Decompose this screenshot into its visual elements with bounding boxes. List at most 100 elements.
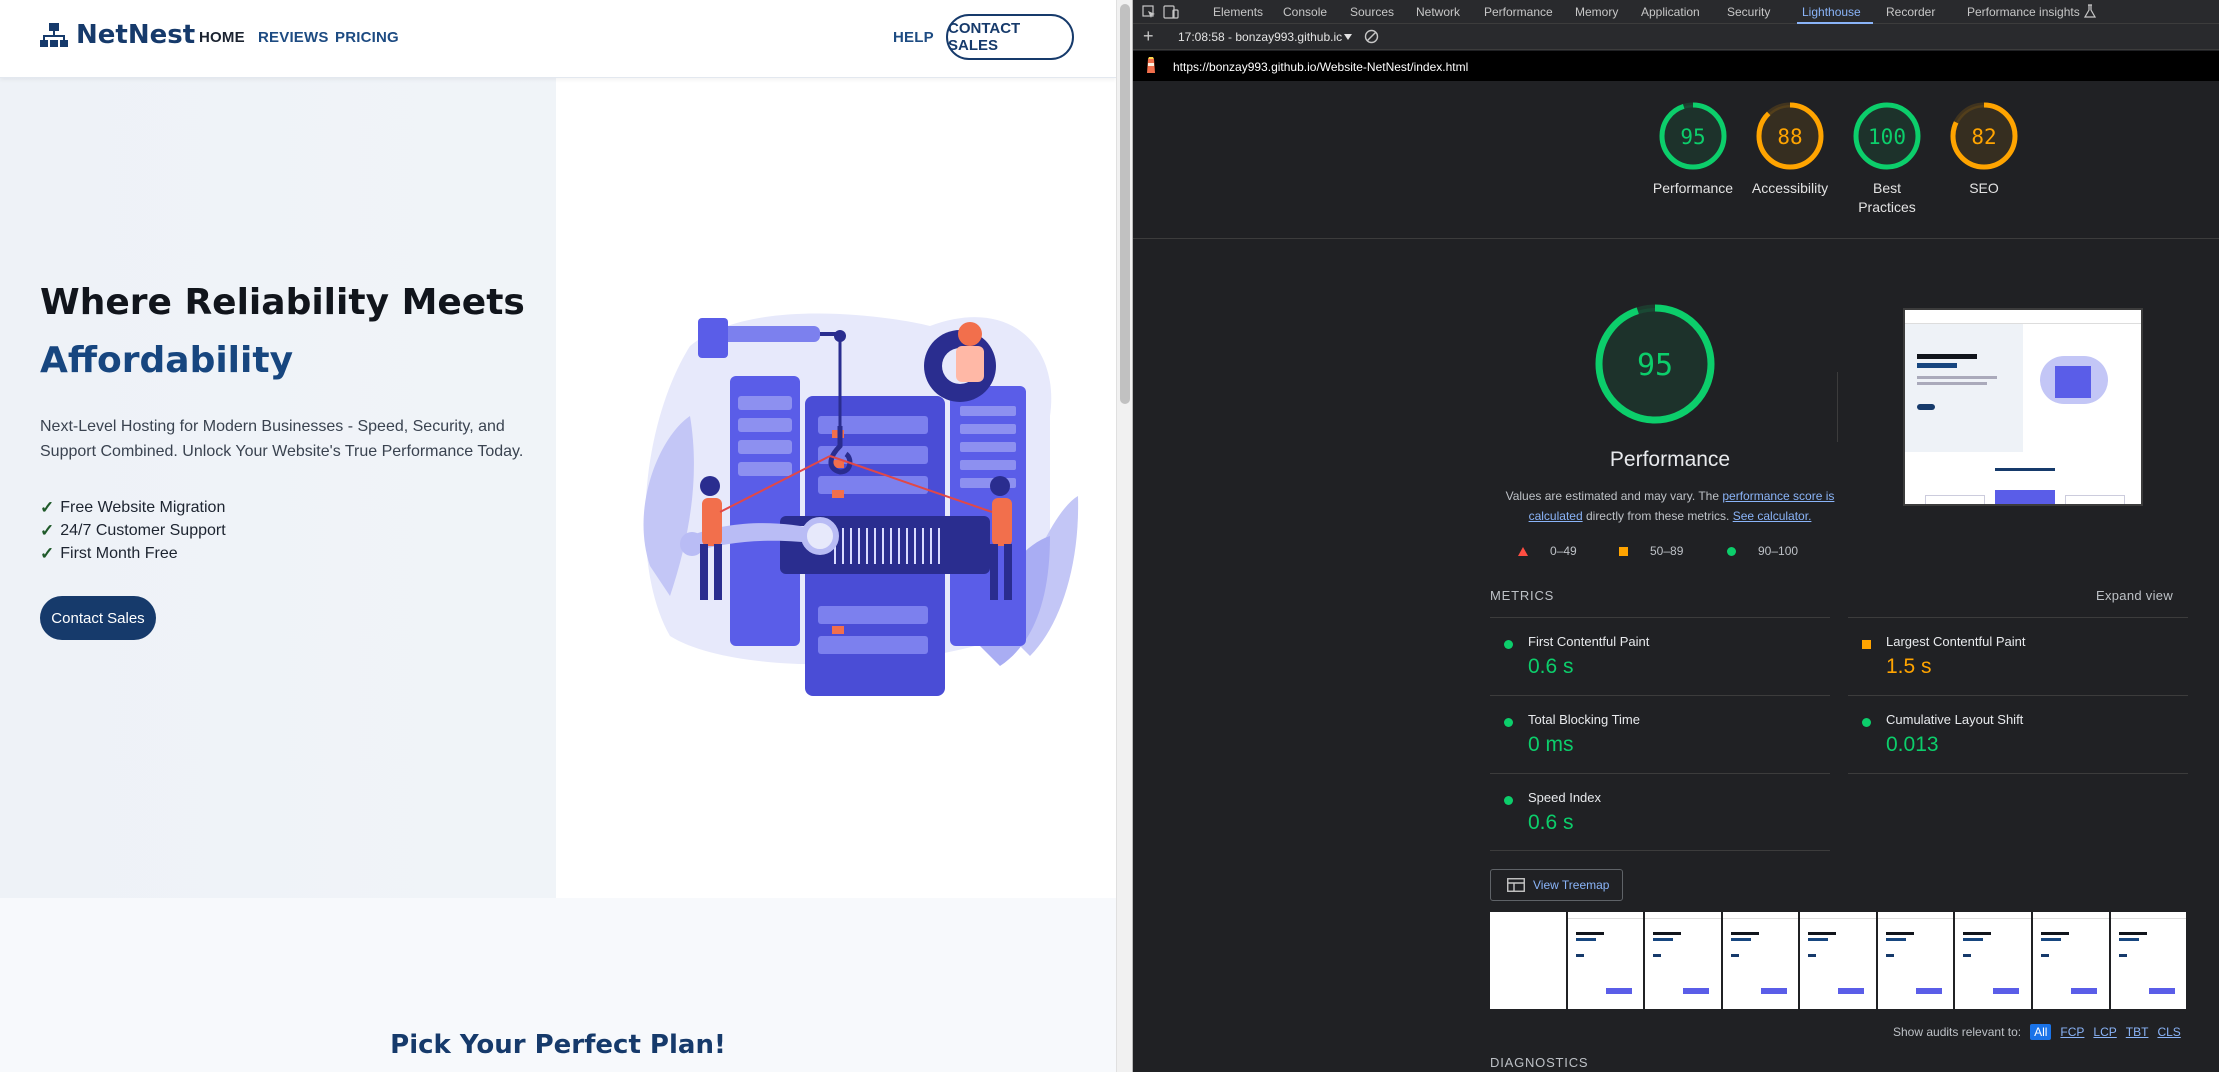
devtools-panel: Elements Console Sources Network Perform…	[1133, 0, 2219, 1072]
pass-indicator	[1504, 640, 1513, 649]
scrollbar-thumb[interactable]	[1120, 4, 1130, 404]
nav-help[interactable]: HELP	[893, 29, 934, 46]
metric-divider	[1848, 773, 2188, 774]
site-header: NetNest HOME REVIEWS PRICING HELP CONTAC…	[0, 0, 1116, 78]
gauge-seo: 82	[1950, 102, 2018, 170]
check-icon: ✓	[40, 544, 55, 563]
lighthouse-toolbar: + 17:08:58 - bonzay993.github.ic	[1133, 24, 2219, 50]
tab-performance[interactable]: Performance	[1484, 5, 1553, 19]
check-icon: ✓	[40, 521, 55, 540]
tab-network[interactable]: Network	[1416, 5, 1460, 19]
nav-pricing[interactable]: PRICING	[335, 29, 399, 46]
feature-item: ✓ Free Website Migration	[40, 496, 226, 519]
report-selector[interactable]: 17:08:58 - bonzay993.github.ic	[1178, 30, 1342, 44]
feature-label: Free Website Migration	[60, 499, 226, 516]
performance-score-large: 95	[1637, 348, 1673, 383]
legend-label: 90–100	[1758, 544, 1799, 558]
nav-home[interactable]: HOME	[199, 29, 245, 46]
gauge-seo-label[interactable]: SEO	[1944, 179, 2024, 198]
note-text: directly from these metrics.	[1582, 509, 1733, 523]
tab-sources[interactable]: Sources	[1350, 5, 1394, 19]
metric-name: Largest Contentful Paint	[1886, 634, 2026, 649]
summary-gauges: 95 88 100 82	[1659, 102, 2018, 170]
chevron-down-icon[interactable]	[1344, 34, 1352, 40]
pass-indicator	[1862, 718, 1871, 727]
inspect-element-icon[interactable]	[1141, 4, 1157, 20]
filmstrip-frame-blank[interactable]	[1490, 912, 1566, 1009]
metric-name: Speed Index	[1528, 790, 1602, 805]
view-treemap-label: View Treemap	[1533, 878, 1610, 892]
filmstrip-frame[interactable]	[1567, 912, 1644, 1009]
report-url[interactable]: https://bonzay993.github.io/Website-NetN…	[1173, 60, 1468, 74]
filter-all[interactable]: All	[2030, 1024, 2052, 1040]
tab-lighthouse[interactable]: Lighthouse	[1802, 5, 1861, 19]
metric-value: 0 ms	[1528, 733, 1574, 756]
gauge-accessibility-label[interactable]: Accessibility	[1735, 179, 1845, 198]
audit-filter-label: Show audits relevant to:	[1893, 1025, 2022, 1039]
metrics-heading: METRICS	[1490, 588, 1555, 603]
lighthouse-logo-icon	[1147, 57, 1155, 73]
filter-cls[interactable]: CLS	[2157, 1025, 2180, 1039]
tab-security[interactable]: Security	[1727, 5, 1770, 19]
metric-largest-contentful-paint[interactable]: Largest Contentful Paint 1.5 s	[1848, 617, 2188, 695]
view-treemap-button[interactable]: View Treemap	[1490, 869, 1623, 901]
filmstrip-frame[interactable]	[1645, 912, 1721, 1009]
filmstrip-frame[interactable]	[1722, 912, 1799, 1009]
gauge-performance: 95	[1659, 102, 1727, 170]
performance-title: Performance	[1609, 448, 1731, 471]
hero-contact-sales-button[interactable]: Contact Sales	[40, 596, 156, 640]
filter-fcp[interactable]: FCP	[2060, 1025, 2084, 1039]
metric-value: 0.6 s	[1528, 655, 1574, 678]
final-screenshot-thumbnail[interactable]	[1903, 308, 2143, 506]
filmstrip-frame[interactable]	[2032, 912, 2109, 1009]
filmstrip-frame[interactable]	[1955, 912, 2031, 1009]
performance-gauge-large: 95	[1595, 304, 1715, 424]
header-contact-sales-button[interactable]: CONTACT SALES	[946, 14, 1074, 60]
feature-item: ✓ 24/7 Customer Support	[40, 519, 226, 542]
filter-tbt[interactable]: TBT	[2126, 1025, 2149, 1039]
performance-note: Values are estimated and may vary. The p…	[1483, 486, 1857, 526]
tab-elements[interactable]: Elements	[1213, 5, 1263, 19]
audit-filter-row: Show audits relevant to: All FCP LCP TBT…	[1893, 1024, 2181, 1040]
tab-performance-insights[interactable]: Performance insights	[1967, 5, 2080, 19]
feature-label: 24/7 Customer Support	[60, 522, 226, 539]
device-toolbar-icon[interactable]	[1163, 4, 1179, 20]
new-report-plus-icon[interactable]: +	[1143, 26, 1154, 47]
expand-view-toggle[interactable]: Expand view	[2096, 588, 2173, 603]
green-circle-icon	[1727, 546, 1736, 556]
logo[interactable]: NetNest	[40, 20, 195, 50]
red-triangle-icon	[1518, 546, 1528, 556]
note-text: Values are estimated and may vary. The	[1505, 489, 1723, 503]
gauge-best-practices-label[interactable]: Best Practices	[1847, 179, 1927, 217]
metric-cumulative-layout-shift[interactable]: Cumulative Layout Shift 0.013	[1848, 695, 2188, 773]
logo-text: NetNest	[76, 20, 196, 50]
gauge-best-practices: 100	[1853, 102, 1921, 170]
filmstrip-frame[interactable]	[2110, 912, 2187, 1009]
hero-section: Where Reliability Meets Affordability Ne…	[0, 78, 1116, 898]
metric-speed-index[interactable]: Speed Index 0.6 s	[1490, 773, 1830, 851]
pass-indicator	[1504, 796, 1513, 805]
metric-first-contentful-paint[interactable]: First Contentful Paint 0.6 s	[1490, 617, 1830, 695]
hero-title: Where Reliability Meets Affordability	[40, 274, 525, 390]
check-icon: ✓	[40, 498, 55, 517]
see-calculator-link[interactable]: See calculator.	[1733, 509, 1812, 523]
orange-square-icon	[1619, 546, 1628, 556]
metric-value: 0.013	[1886, 733, 1939, 756]
metric-name: Total Blocking Time	[1528, 712, 1640, 727]
gauge-best-practices-score: 100	[1868, 125, 1906, 149]
clear-reports-icon[interactable]	[1364, 29, 1379, 44]
gauge-performance-label[interactable]: Performance	[1643, 179, 1743, 198]
tab-application[interactable]: Application	[1641, 5, 1700, 19]
tab-console[interactable]: Console	[1283, 5, 1327, 19]
filter-lcp[interactable]: LCP	[2093, 1025, 2116, 1039]
divider	[1133, 238, 2219, 239]
page-scrollbar[interactable]	[1116, 0, 1132, 1072]
metric-total-blocking-time[interactable]: Total Blocking Time 0 ms	[1490, 695, 1830, 773]
tab-memory[interactable]: Memory	[1575, 5, 1618, 19]
filmstrip-frame[interactable]	[1800, 912, 1876, 1009]
metric-value: 0.6 s	[1528, 811, 1574, 834]
nav-reviews[interactable]: REVIEWS	[258, 29, 329, 46]
tab-recorder[interactable]: Recorder	[1886, 5, 1935, 19]
filmstrip-frame[interactable]	[1877, 912, 1954, 1009]
pass-indicator	[1504, 718, 1513, 727]
